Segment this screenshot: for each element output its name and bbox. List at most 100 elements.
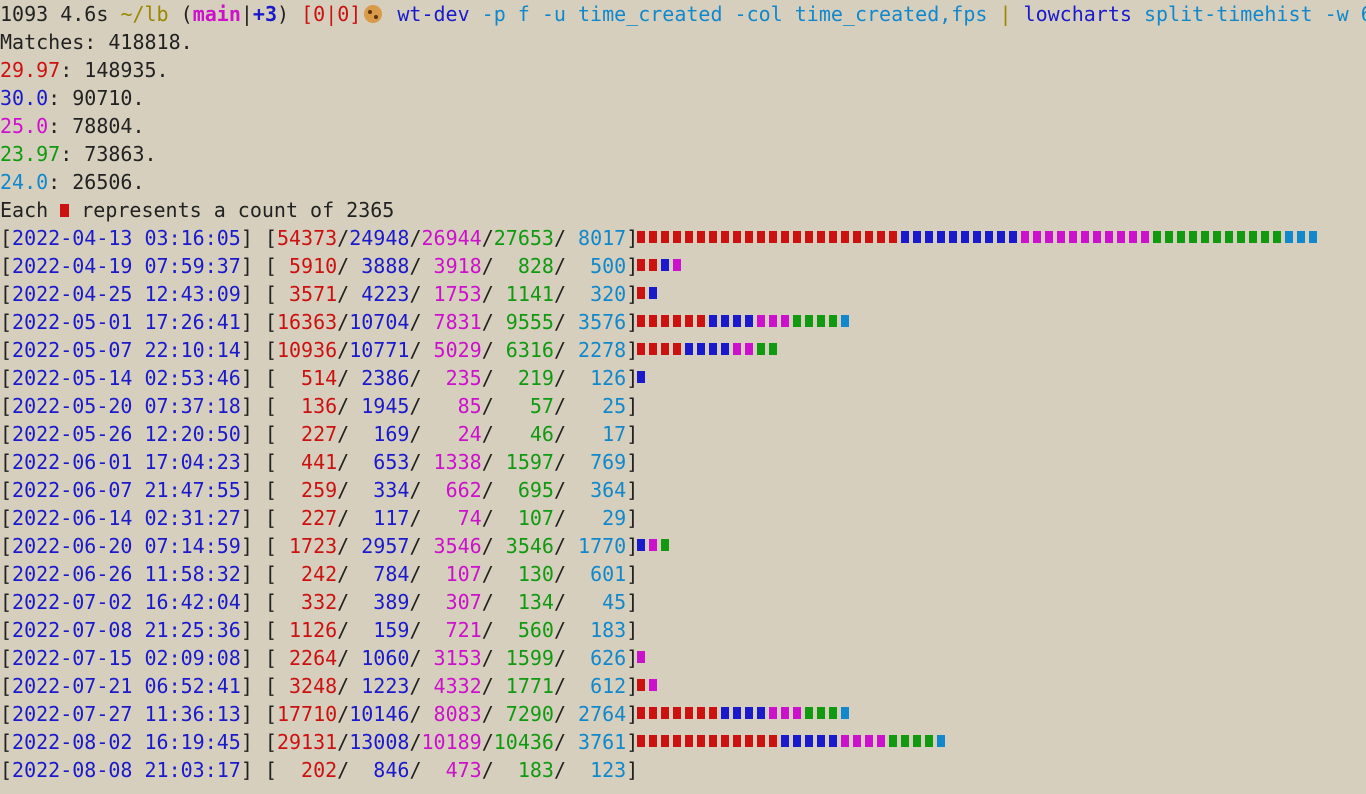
value-separator: / — [337, 506, 350, 530]
value-separator: / — [409, 478, 422, 502]
bar-group — [637, 532, 673, 560]
value-separator: / — [481, 422, 494, 446]
value-separator: / — [337, 450, 350, 474]
bar-block — [781, 315, 789, 327]
bar-block — [649, 343, 657, 355]
bar-block — [937, 231, 945, 243]
row-value: 2957 — [349, 534, 410, 558]
value-separator: / — [337, 478, 350, 502]
value-separator: / — [337, 674, 350, 698]
row-timestamp: 2022-06-14 02:31:27 — [12, 506, 241, 530]
series-line: 23.97: 73863. — [0, 140, 1366, 168]
row-value: 10436 — [493, 730, 554, 754]
row-value: 320 — [566, 282, 627, 306]
bar-block — [1021, 231, 1029, 243]
bar-block — [649, 315, 657, 327]
bar-group — [637, 308, 853, 336]
series-legend: 29.97: 148935. 30.0: 90710. 25.0: 78804. 23… — [0, 56, 1366, 196]
terminal-window[interactable]: 1093 4.6s ~/lb (main|+3) [0|0] wt-dev -p… — [0, 0, 1366, 794]
value-separator: / — [481, 254, 494, 278]
bracket-close: ] [ — [240, 422, 277, 446]
bar-block — [673, 315, 681, 327]
row-value: 29131 — [276, 730, 338, 754]
row-value: 130 — [493, 562, 554, 586]
value-separator: / — [337, 646, 350, 670]
table-row: [2022-07-08 21:25:36] [ 1126/ 159/ 721/ … — [0, 616, 1366, 644]
value-separator: / — [481, 702, 494, 726]
row-value: 846 — [349, 758, 410, 782]
row-value: 134 — [493, 590, 554, 614]
value-separator: / — [481, 478, 494, 502]
bar-group — [637, 364, 649, 392]
row-value: 107 — [421, 562, 482, 586]
value-separator: / — [553, 534, 567, 558]
value-separator: / — [553, 338, 567, 362]
row-value: 2264 — [276, 646, 338, 670]
row-value: 219 — [493, 366, 554, 390]
bar-block — [661, 315, 669, 327]
bar-block — [649, 735, 657, 747]
bracket-close: ] [ — [240, 674, 277, 698]
bracket-end: ] — [626, 394, 639, 418]
value-separator: / — [409, 450, 422, 474]
row-value: 242 — [276, 562, 338, 586]
bar-block — [673, 735, 681, 747]
value-separator: / — [553, 422, 567, 446]
row-value: 334 — [349, 478, 410, 502]
bracket-open: [ — [0, 422, 13, 446]
row-value: 1771 — [493, 674, 554, 698]
bar-block — [769, 231, 777, 243]
bar-block — [1033, 231, 1041, 243]
shell-prompt-line: 1093 4.6s ~/lb (main|+3) [0|0] wt-dev -p… — [0, 0, 1366, 28]
value-separator: / — [481, 590, 494, 614]
bar-group — [637, 700, 853, 728]
row-value: 1141 — [493, 282, 554, 306]
bracket-close: ] [ — [240, 534, 277, 558]
row-value: 500 — [566, 254, 627, 278]
bracket-close: ] [ — [240, 366, 277, 390]
value-separator: / — [553, 730, 567, 754]
series-label: 25.0 — [0, 114, 49, 138]
bar-block — [769, 315, 777, 327]
value-separator: / — [337, 226, 350, 250]
row-value: 560 — [493, 618, 554, 642]
bar-group — [637, 672, 661, 700]
value-separator: / — [481, 450, 494, 474]
bracket-close: ] [ — [240, 702, 277, 726]
value-separator: / — [481, 338, 494, 362]
table-row: [2022-06-01 17:04:23] [ 441/ 653/ 1338/ … — [0, 448, 1366, 476]
bar-block — [637, 315, 645, 327]
bar-block — [673, 343, 681, 355]
row-value: 1126 — [276, 618, 338, 642]
row-timestamp: 2022-04-19 07:59:37 — [12, 254, 241, 278]
bar-block — [709, 707, 717, 719]
bracket-open: [ — [0, 758, 13, 782]
bar-block — [685, 343, 693, 355]
bracket-close: ] [ — [240, 338, 277, 362]
table-row: [2022-06-14 02:31:27] [ 227/ 117/ 74/ 10… — [0, 504, 1366, 532]
bracket-close: ] [ — [240, 646, 277, 670]
value-separator: / — [481, 646, 494, 670]
row-value: 3546 — [493, 534, 554, 558]
bar-block — [793, 231, 801, 243]
bar-block — [781, 231, 789, 243]
row-value: 653 — [349, 450, 410, 474]
bar-block — [997, 231, 1005, 243]
bar-block — [841, 707, 849, 719]
exit-status: [0|0] — [301, 2, 362, 26]
bar-block — [937, 735, 945, 747]
value-separator: / — [553, 646, 567, 670]
bracket-open: [ — [0, 338, 13, 362]
command-duration: 4.6s — [60, 2, 109, 26]
bar-block — [757, 315, 765, 327]
value-separator: / — [337, 254, 350, 278]
row-value: 10771 — [349, 338, 410, 362]
bar-block — [925, 735, 933, 747]
value-separator: / — [553, 226, 567, 250]
bar-block — [1273, 231, 1281, 243]
row-value: 10189 — [421, 730, 482, 754]
bar-block — [1225, 231, 1233, 243]
bar-block — [865, 231, 873, 243]
bar-block — [1261, 231, 1269, 243]
row-timestamp: 2022-04-13 03:16:05 — [12, 226, 241, 250]
